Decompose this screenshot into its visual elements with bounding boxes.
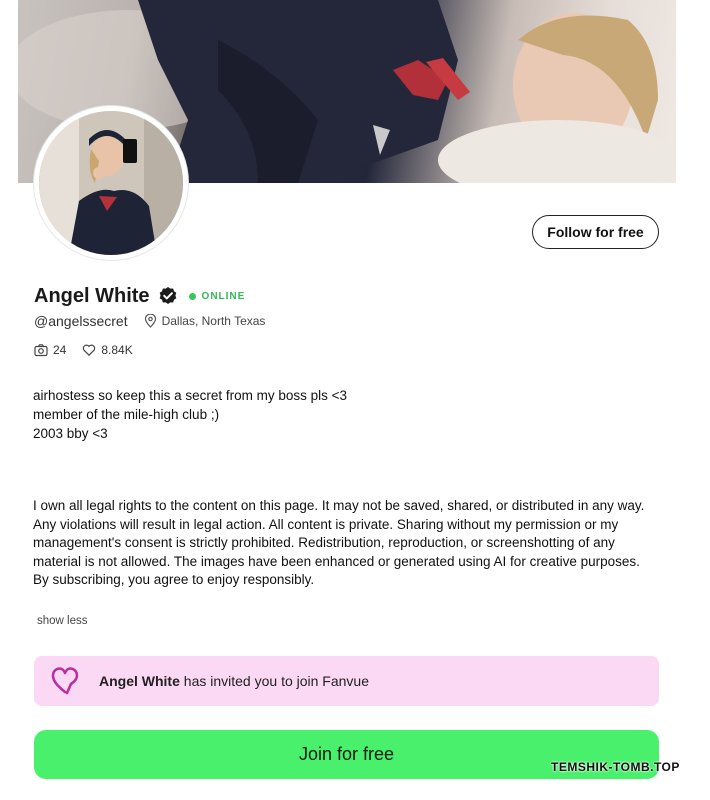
invite-name: Angel White: [99, 673, 180, 689]
verified-check-icon: [159, 287, 176, 304]
avatar[interactable]: [34, 106, 188, 260]
handle-row: @angelssecret Dallas, North Texas: [34, 311, 265, 331]
bio-line: 2003 bby <3: [33, 426, 108, 441]
invite-message: has invited you to join Fanvue: [183, 673, 370, 689]
likes-count: 8.84K: [101, 343, 133, 357]
avatar-illustration: [39, 111, 183, 255]
watermark: TEMSHIK-TOMB.TOP: [551, 760, 680, 774]
online-status-dot: [188, 292, 196, 300]
left-margin: [0, 0, 18, 800]
location-pin-icon: [144, 314, 156, 328]
legal-notice: I own all legal rights to the content on…: [33, 498, 645, 588]
bio: airhostess so keep this a secret from my…: [33, 386, 653, 443]
profile-name-row: Angel White ONLINE: [34, 283, 245, 309]
fanvue-heart-icon: [51, 667, 79, 695]
bio-line: airhostess so keep this a secret from my…: [33, 388, 348, 403]
online-status-label: ONLINE: [201, 290, 246, 302]
follow-button[interactable]: Follow for free: [532, 215, 659, 249]
photos-count: 24: [53, 343, 67, 357]
camera-icon: [34, 344, 48, 357]
heart-icon: [83, 344, 96, 356]
invite-banner: Angel White has invited you to join Fanv…: [34, 656, 659, 706]
bio-line: member of the mile-high club ;): [33, 407, 220, 422]
profile-handle: @angelssecret: [34, 313, 128, 329]
profile-location: Dallas, North Texas: [161, 314, 266, 328]
profile-name: Angel White: [34, 284, 150, 307]
stats-row: 24 8.84K: [34, 341, 133, 359]
show-less-link[interactable]: show less: [37, 615, 88, 627]
invite-text: Angel White has invited you to join Fanv…: [99, 673, 369, 689]
